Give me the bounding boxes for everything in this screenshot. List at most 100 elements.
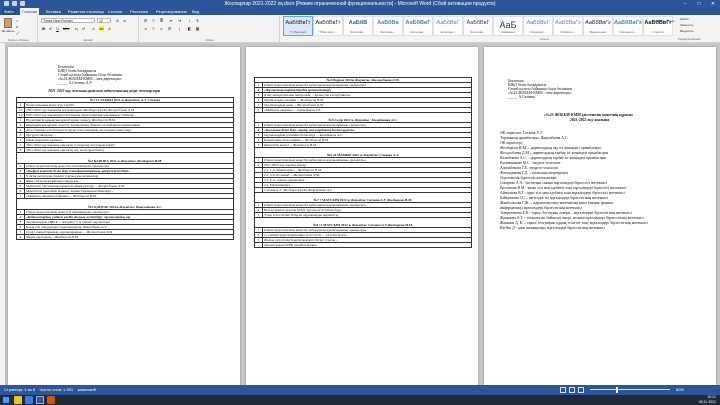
- window-controls: – □ ✕: [678, 0, 720, 8]
- council-subtitle: 2021-2022 оқу жылына: [570, 118, 610, 122]
- sort-icon[interactable]: ↕: [187, 18, 192, 23]
- underline-button[interactable]: Ч: [55, 26, 60, 31]
- bold-button[interactable]: Ж: [41, 26, 46, 31]
- page-2[interactable]: №4 Наурыз 2022ж Жауапты: Жолдасбаева Д.М…: [246, 47, 478, 385]
- align-right-icon[interactable]: ⫸: [159, 26, 164, 31]
- replace-button[interactable]: Заменить: [680, 23, 693, 27]
- cut-icon[interactable]: ✂: [16, 19, 19, 23]
- shrink-font-icon[interactable]: a: [122, 18, 127, 23]
- member-line: информатика) мұғалімдері бірлестігінің ж…: [500, 206, 582, 210]
- style-no-spacing[interactable]: АаБбВвГг ¶ Без инте...: [313, 16, 343, 36]
- style-heading-5[interactable]: АаБбВвГ Заголово...: [463, 16, 493, 36]
- subscript-button[interactable]: x₂: [74, 26, 79, 31]
- member-line: Жаканова А.Т. - технология, бейнелеу өне…: [500, 216, 644, 220]
- clock[interactable]: 15:21 08.11.2021: [699, 395, 716, 405]
- change-styles-button[interactable]: Изменить стили: [652, 19, 674, 23]
- multilevel-list-icon[interactable]: ≣: [159, 18, 164, 23]
- increase-indent-icon[interactable]: ⇥: [177, 18, 182, 23]
- grow-font-icon[interactable]: A: [115, 18, 120, 23]
- font-color-icon[interactable]: A: [107, 26, 112, 31]
- print-layout-icon[interactable]: [560, 387, 566, 393]
- member-line: Калибекова А.С. – директордың тәрбие ісі…: [500, 156, 607, 160]
- shading-icon[interactable]: ◧: [187, 26, 192, 31]
- zoom-slider[interactable]: [590, 389, 670, 390]
- show-marks-icon[interactable]: ¶: [195, 18, 200, 23]
- tab-insert[interactable]: Вставка: [44, 8, 63, 15]
- document-workspace[interactable]: Бекітемін ШҚО білім басқармасы Семей қал…: [0, 43, 720, 385]
- section-title: №5 Сәуір 2022 ж Жауапты : Калибекова А.С…: [254, 112, 472, 123]
- bullets-icon[interactable]: ☰: [143, 18, 148, 23]
- plan-table: №1 31 ТАМЫЗ 2021 ж Жауапты: А.У Сатаева …: [16, 97, 234, 240]
- style-heading-4[interactable]: АаБбВвГ Заголово...: [433, 16, 463, 36]
- page-3[interactable]: Бекітемін ШҚО білім басқармасы Семей қал…: [484, 47, 716, 385]
- plan-table: №4 Наурыз 2022ж Жауапты: Жолдасбаева Д.М…: [254, 77, 472, 248]
- tab-mailings[interactable]: Рассылки: [128, 8, 150, 15]
- app-icon[interactable]: [47, 396, 55, 404]
- approval-line: _____ А.Сатаева: [508, 95, 535, 99]
- web-layout-icon[interactable]: [578, 387, 584, 393]
- find-button[interactable]: Найти: [680, 17, 689, 21]
- superscript-button[interactable]: x²: [81, 26, 86, 31]
- style-heading-2[interactable]: АаБбВв Заголово...: [373, 16, 403, 36]
- table-row: Директордың ОТІЖ орынбасарлары: [262, 242, 472, 248]
- full-screen-icon[interactable]: [569, 387, 575, 393]
- tab-home[interactable]: Главная: [20, 8, 40, 15]
- word-count[interactable]: Число слов: 1 551: [40, 387, 74, 392]
- member-line: Жанболатова Г.Ж. – жаратылыстану-математ…: [500, 201, 614, 205]
- paste-button[interactable]: Вставить: [2, 18, 15, 34]
- tab-page-layout[interactable]: Разметка страницы: [66, 8, 106, 15]
- text-effects-icon[interactable]: A: [91, 26, 96, 31]
- approval-line: _____ А.Сатаева А.У.: [58, 81, 93, 85]
- browser-icon[interactable]: [25, 396, 33, 404]
- justify-icon[interactable]: ☰: [167, 26, 172, 31]
- decrease-indent-icon[interactable]: ⇤: [169, 18, 174, 23]
- member-line: Жолбарсов Н.М. – директордың оқу ісі жөн…: [500, 146, 601, 150]
- style-emphasis[interactable]: АаБбВвГг Выделение: [583, 16, 613, 36]
- style-heading-1[interactable]: АаБбВ Заголово...: [343, 16, 373, 36]
- style-normal[interactable]: АаБбВвГг ¶ Обычный: [283, 16, 313, 36]
- tab-file[interactable]: Файл: [2, 8, 16, 15]
- member-line: Рахимжанова М.С. -педагог-психолог: [500, 161, 561, 165]
- member-line: Сокарева А.А.- бастауыш сынып мұғалімдер…: [500, 181, 608, 185]
- page-count[interactable]: Страница: 1 из 6: [4, 387, 35, 392]
- clipboard-icon: [4, 18, 12, 28]
- line-spacing-icon[interactable]: ↨: [177, 26, 182, 31]
- word-app-icon[interactable]: [36, 396, 44, 404]
- member-line: Төрағаның орынбасары: Жақсыбаева А.С.: [500, 136, 569, 140]
- borders-icon[interactable]: ▦: [195, 26, 200, 31]
- strikethrough-button[interactable]: abc: [63, 26, 69, 31]
- style-subtle-emphasis[interactable]: АаБбВвГг Слабое в...: [553, 16, 583, 36]
- italic-button[interactable]: К: [48, 26, 53, 31]
- font-name-select[interactable]: Times New Roman: [41, 18, 95, 23]
- status-bar: Страница: 1 из 6 Число слов: 1 551 казах…: [0, 385, 720, 395]
- style-intense-emphasis[interactable]: АаБбВвГг Сильное в...: [613, 16, 643, 36]
- file-explorer-icon[interactable]: [14, 396, 22, 404]
- minimize-button[interactable]: –: [678, 0, 692, 8]
- start-button-icon[interactable]: [3, 397, 9, 403]
- tab-review[interactable]: Рецензирование: [154, 8, 189, 15]
- zoom-slider-knob[interactable]: [616, 387, 618, 393]
- align-center-icon[interactable]: ≡: [151, 26, 156, 31]
- font-size-select[interactable]: 12: [97, 18, 111, 23]
- select-button[interactable]: Выделить: [680, 29, 694, 33]
- copy-icon[interactable]: ⧉: [16, 25, 18, 29]
- numbering-icon[interactable]: ≡: [151, 18, 156, 23]
- council-title: «№23 ЖОББМ-КММ әдістемелік кеңесінің құр…: [544, 113, 633, 117]
- language-indicator[interactable]: казахский: [78, 387, 96, 392]
- vertical-ruler: [0, 43, 6, 385]
- highlight-icon[interactable]: ab: [99, 26, 104, 31]
- page-1[interactable]: Бекітемін ШҚО білім басқармасы Семей қал…: [8, 47, 240, 385]
- font-group: Times New Roman 12 A a Ж К Ч abc x₂ x² A…: [39, 16, 139, 42]
- maximize-button[interactable]: □: [692, 0, 706, 8]
- align-left-icon[interactable]: ⫷: [143, 26, 148, 31]
- style-title[interactable]: АаБ Название: [493, 16, 523, 36]
- style-heading-3[interactable]: АаБбВвГ Заголово...: [403, 16, 433, 36]
- zoom-level[interactable]: 60%: [676, 385, 684, 395]
- close-button[interactable]: ✕: [706, 0, 720, 8]
- tab-view[interactable]: Вид: [190, 8, 201, 15]
- style-subtitle[interactable]: АаБбВеГ Подзагол...: [523, 16, 553, 36]
- format-painter-icon[interactable]: 🖌: [16, 31, 20, 35]
- member-line: ӘК төрағасы: Сатаева А.У: [500, 131, 543, 135]
- window-title: Жоспарлар 2021-2022 оқ.docx [Режим огран…: [224, 1, 496, 7]
- tab-references[interactable]: Ссылки: [106, 8, 124, 15]
